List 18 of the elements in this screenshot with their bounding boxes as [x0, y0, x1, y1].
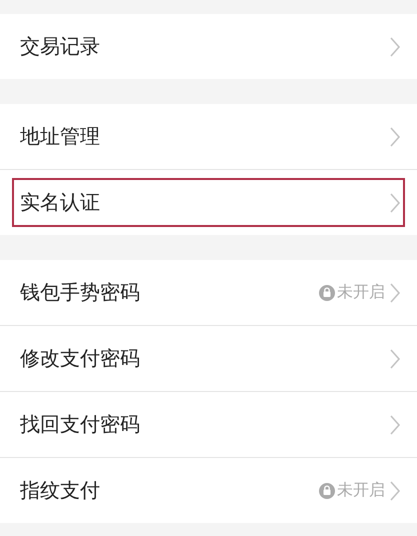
status-text: 未开启 [337, 480, 385, 501]
chevron-right-icon [389, 348, 401, 370]
row-label: 钱包手势密码 [20, 279, 141, 306]
status-text: 未开启 [337, 282, 385, 303]
chevron-right-icon [389, 126, 401, 148]
chevron-right-icon [389, 36, 401, 58]
row-label: 交易记录 [20, 33, 101, 60]
row-label: 实名认证 [20, 189, 101, 216]
row-label: 指纹支付 [20, 477, 101, 504]
lock-icon [319, 284, 335, 300]
chevron-right-icon [389, 480, 401, 502]
lock-icon [319, 482, 335, 498]
chevron-right-icon [389, 192, 401, 214]
chevron-right-icon [389, 282, 401, 304]
row-label: 找回支付密码 [20, 411, 141, 438]
chevron-right-icon [389, 414, 401, 436]
row-label: 地址管理 [20, 123, 101, 150]
row-label: 修改支付密码 [20, 345, 141, 372]
